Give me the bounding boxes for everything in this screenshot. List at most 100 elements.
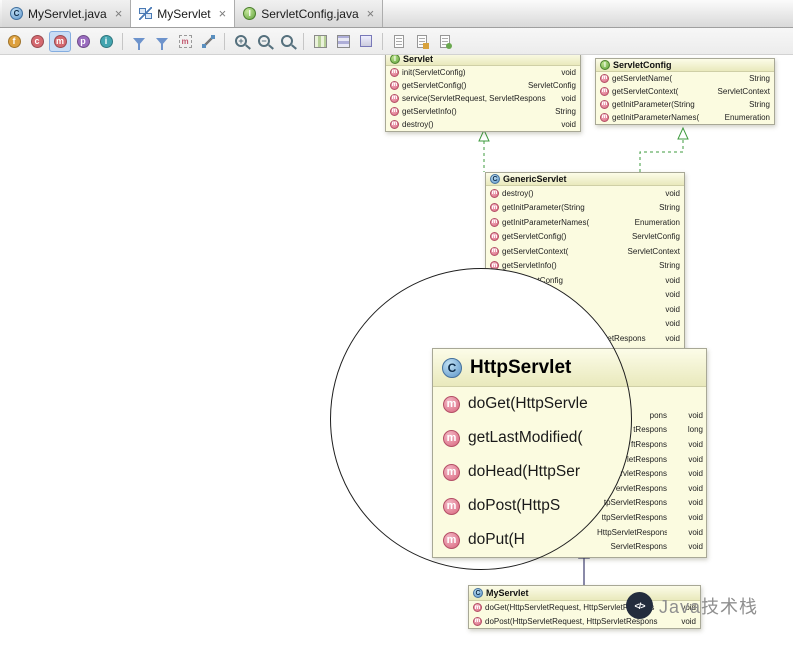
method-row[interactable]: m destroy() void [486,186,684,201]
fit-content-button[interactable] [332,31,354,52]
class-header[interactable]: C HttpServlet [433,349,706,387]
method-row[interactable]: m init(ServletConfig) void [386,66,580,79]
close-icon[interactable]: × [115,7,123,20]
show-inner-classes-button[interactable]: i [95,31,117,52]
method-name: destroy() [402,120,434,129]
method-icon: m [390,107,399,116]
method-row[interactable]: m getServletContext(ServletContext [486,244,684,259]
method-row[interactable]: m getServletConfig() ServletConfig [486,230,684,245]
close-icon[interactable]: × [367,7,375,20]
method-return-type: void [688,527,703,537]
show-dependencies-button[interactable] [197,31,219,52]
method-row-partial[interactable]: tRespons long [597,423,706,438]
filter-dependencies-button[interactable] [128,31,150,52]
method-return-type: void [665,319,680,329]
show-methods-button[interactable]: m [49,30,71,52]
toolbar-separator [382,32,383,50]
class-icon: C [473,588,483,598]
export-to-file-button[interactable] [388,31,410,52]
print-diagram-icon [417,34,429,49]
method-row[interactable]: m getInitParameterNames(Enumeration [596,111,774,124]
toolbar-separator [303,32,304,50]
method-return-type: void [688,469,703,479]
show-methods-icon: m [53,34,67,48]
method-row[interactable]: m getInitParameter(String String [486,201,684,216]
class-icon: C [490,174,500,184]
method-name: getServletInfo() [502,261,557,271]
method-return-type: String [749,100,770,109]
close-icon[interactable]: × [219,7,227,20]
zoom-in-button[interactable]: + [230,31,252,52]
method-row-partial[interactable]: ServletRespons void [597,539,706,554]
zoom-out-button[interactable]: − [253,31,275,52]
save-diagram-button[interactable] [355,31,377,52]
class-header[interactable]: I ServletConfig [596,59,774,72]
method-row[interactable]: m getInitParameter(String String [596,98,774,111]
method-name-fragment: ftRespons [630,439,667,449]
method-row[interactable]: m getServletConfig() ServletConfig [386,79,580,92]
method-row-partial[interactable]: letRespons void [597,452,706,467]
uml-class-servlet[interactable]: I Servlet m init(ServletConfig) void m getSe… [385,52,581,132]
method-name-fragment: rvletRespons [620,469,667,479]
method-row-partial[interactable]: rvletRespons void [597,466,706,481]
show-fields-button[interactable]: f [3,31,25,52]
method-icon: m [390,94,399,103]
method-row[interactable]: m getInitParameterNames(Enumeration [486,215,684,230]
method-name: getInitParameter(String [502,203,585,213]
show-constructors-button[interactable]: c [26,31,48,52]
method-name: destroy() [502,188,534,198]
tab-myservlet-diagram[interactable]: MyServlet × [131,0,236,27]
class-icon: C [10,7,23,20]
method-name-fragment: ervletRespons [615,483,667,493]
method-icon: m [473,603,482,613]
method-icon: m [600,74,609,83]
tab-myservlet-java[interactable]: C MyServlet.java × [2,0,132,27]
reset-zoom-button[interactable] [276,31,298,52]
diagram-extras-button[interactable] [434,31,456,52]
method-row[interactable]: m getServletInfo() String [486,259,684,274]
print-diagram-button[interactable] [411,31,433,52]
method-return-type: void [665,275,680,285]
method-return-type: void [688,542,703,552]
zoom-out-icon: − [258,35,270,47]
method-icon: m [443,463,460,481]
diagram-canvas[interactable]: I Servlet m init(ServletConfig) void m getSe… [0,0,793,645]
method-row-partial[interactable]: HttpServletRespons void [597,525,706,540]
show-selected-members-button[interactable]: m [174,31,196,52]
method-name: getInitParameter(String [612,100,695,109]
method-icon: m [443,497,460,515]
edit-filter-scope-button[interactable] [151,31,173,52]
method-row-partial[interactable]: ftRespons void [597,437,706,452]
method-icon: m [600,87,609,96]
method-name: getServletContext( [502,246,569,256]
apply-layout-button[interactable] [309,31,331,52]
method-icon: m [390,68,399,77]
method-row-partial[interactable]: ttpServletRespons void [597,510,706,525]
method-row[interactable]: m getServletName(String [596,72,774,85]
class-header[interactable]: C GenericServlet [486,173,684,186]
method-name: getInitParameterNames( [502,217,590,227]
method-row-partial[interactable]: ervletRespons void [597,481,706,496]
method-icon: m [443,429,460,447]
fit-content-icon [336,34,350,48]
export-to-file-icon [394,34,404,48]
method-return-type: void [561,68,576,77]
method-return-type: Enumeration [634,217,680,227]
uml-class-servletconfig[interactable]: I ServletConfig m getServletName(String m g… [595,58,775,125]
method-row[interactable]: m getServletContext(ServletContext [596,85,774,98]
method-return-type: String [659,261,680,271]
method-row-partial[interactable]: pons void [597,408,706,423]
method-return-type: void [688,454,703,464]
method-row[interactable]: mservice(ServletRequest, ServletRespons v… [386,92,580,105]
method-return-type: void [665,188,680,198]
method-return-type: void [688,483,703,493]
tab-servletconfig-java[interactable]: I ServletConfig.java × [235,0,384,27]
method-row[interactable]: m getServletInfo() String [386,105,580,118]
method-name-fragment: pons [649,410,667,420]
method-row[interactable]: m destroy() void [386,118,580,131]
method-row-partial[interactable]: tpServletRespons void [597,496,706,511]
method-icon: m [600,100,609,109]
show-properties-button[interactable]: p [72,31,94,52]
method-icon: m [390,120,399,129]
method-icon: m [443,531,460,549]
